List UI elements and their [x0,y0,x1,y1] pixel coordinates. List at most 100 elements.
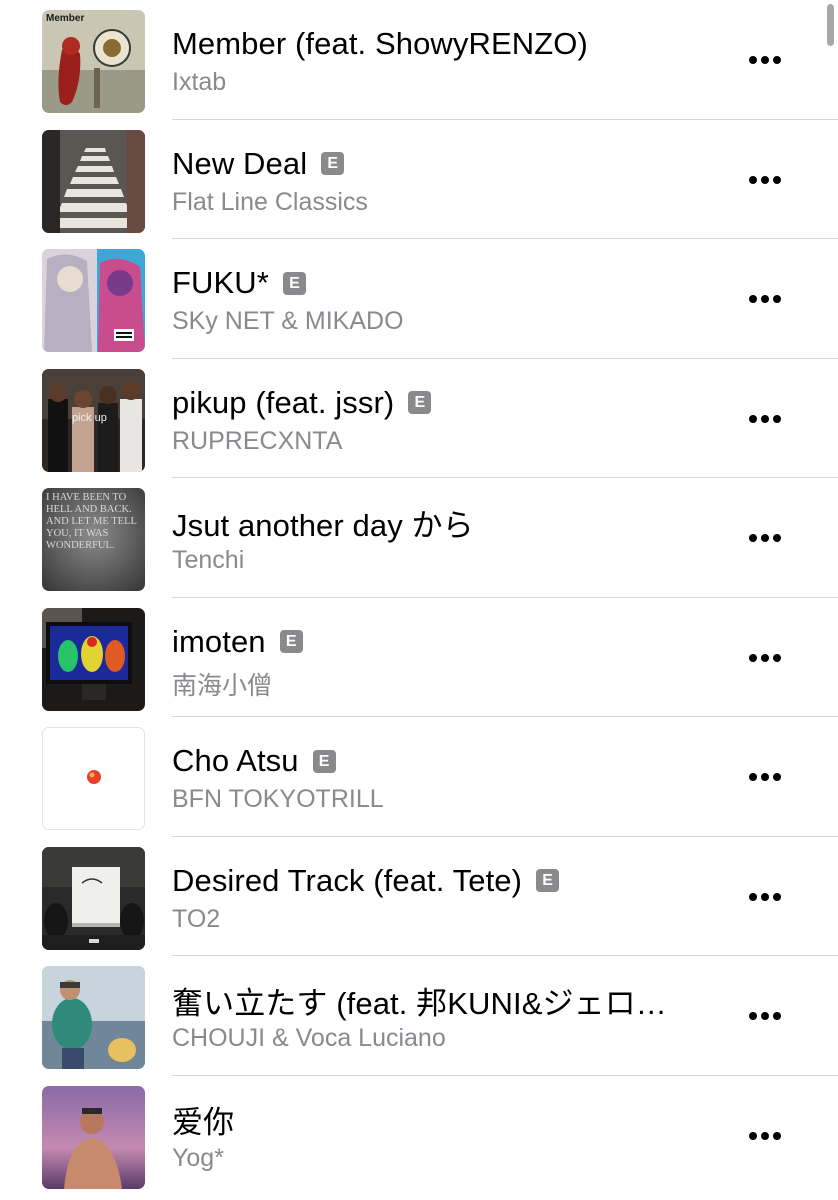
explicit-badge: E [408,391,432,414]
ellipsis-icon[interactable] [740,759,790,795]
track-title-line: FUKU* E [172,263,306,303]
track-row[interactable]: I HAVE BEEN TO HELL AND BACK. AND LET ME… [0,478,838,598]
album-artwork [42,129,145,233]
track-title-line: 奮い立たす (feat. 邦KUNI&ジェロ… [172,980,667,1021]
dot [773,653,781,662]
track-title: Member (feat. ShowyRENZO) [172,26,588,61]
track-row[interactable]: FUKU* E SKy NET & MIKADO [0,239,838,359]
track-artist: TO2 [172,904,221,933]
track-title-line: imoten E [172,622,303,662]
album-artwork [42,846,145,950]
dot [761,1012,769,1020]
album-artwork [42,607,145,711]
dot [761,892,769,901]
scrollbar-thumb[interactable] [827,4,834,46]
track-title-line: Jsut another day から [172,502,474,543]
dot [773,1012,781,1020]
track-row[interactable]: 爱你 Yog* [0,1076,838,1196]
ellipsis-icon[interactable] [740,401,790,437]
artwork-label: pick up [72,412,107,424]
track-artist: Yog* [172,1143,224,1172]
track-artist: Flat Line Classics [172,187,368,216]
track-artist: Tenchi [172,546,245,574]
ellipsis-icon[interactable] [740,162,790,198]
dot [773,414,781,423]
track-row[interactable]: New Deal E Flat Line Classics [0,120,838,239]
dot [773,534,781,542]
track-title-line: Desired Track (feat. Tete) E [172,861,560,901]
track-artist: Ixtab [172,68,227,96]
track-title: 爱你 [172,1105,235,1140]
track-title-line: Member (feat. ShowyRENZO) [172,24,588,64]
track-artist: BFN TOKYOTRILL [172,785,384,813]
dot [761,653,769,662]
explicit-badge: E [282,271,306,295]
dot [761,773,769,781]
dot [773,892,781,901]
album-artwork: pick up [42,368,145,472]
album-artwork [42,727,145,830]
dot [761,1131,769,1140]
track-artist: 南海小僧 [172,671,273,700]
dot [749,653,757,662]
track-title: Cho Atsu [172,743,299,778]
track-row[interactable]: imoten E 南海小僧 [0,598,838,717]
dot [761,534,769,542]
explicit-badge: E [536,869,560,892]
track-artist: SKy NET & MIKADO [172,307,404,335]
explicit-badge: E [279,630,303,653]
dot [773,175,781,184]
explicit-badge: E [321,152,345,175]
track-row[interactable]: pick up pikup (feat. jssr) E RUPRECXNTA [0,359,838,478]
track-title: 奮い立たす (feat. 邦KUNI&ジェロ… [172,985,667,1021]
album-artwork [42,966,145,1069]
track-title-line: Cho Atsu E [172,741,336,781]
dot [749,175,757,184]
track-title: New Deal [172,145,308,181]
dot [749,1131,757,1140]
track-row[interactable]: Cho Atsu E BFN TOKYOTRILL [0,717,838,837]
ellipsis-icon[interactable] [740,520,790,556]
dot [761,295,769,303]
ellipsis-icon[interactable] [740,42,790,78]
dot [773,295,781,303]
explicit-badge: E [312,749,336,773]
track-title: Jsut another day から [172,507,474,543]
album-artwork: I HAVE BEEN TO HELL AND BACK. AND LET ME… [42,488,145,591]
album-artwork [42,1085,145,1189]
dot [773,1131,781,1140]
track-list: Member Member (feat. ShowyRENZO) Ixtab N… [0,0,838,1200]
album-artwork [42,249,145,352]
track-title-line: New Deal E [172,144,345,184]
track-title: imoten [172,623,266,659]
dot [773,773,781,781]
track-title: FUKU* [172,265,269,300]
ellipsis-icon[interactable] [740,998,790,1034]
track-title: Desired Track (feat. Tete) [172,862,523,898]
track-row[interactable]: Desired Track (feat. Tete) E TO2 [0,837,838,956]
dot [761,56,769,64]
track-title-line: 爱你 [172,1100,234,1140]
ellipsis-icon[interactable] [740,640,790,676]
dot [749,773,757,781]
track-artist: CHOUJI & Voca Luciano [172,1024,446,1052]
dot [761,414,769,423]
artwork-text: I HAVE BEEN TO HELL AND BACK. AND LET ME… [46,492,137,551]
dot [749,534,757,542]
track-row[interactable]: 奮い立たす (feat. 邦KUNI&ジェロ… CHOUJI & Voca Lu… [0,956,838,1076]
track-title: pikup (feat. jssr) [172,384,395,420]
dot [749,892,757,901]
ellipsis-icon[interactable] [740,281,790,317]
dot [773,56,781,64]
dot [749,1012,757,1020]
ellipsis-icon[interactable] [740,1118,790,1154]
track-row[interactable]: Member Member (feat. ShowyRENZO) Ixtab [0,0,838,120]
dot [749,56,757,64]
album-artwork: Member [42,10,145,113]
track-title-line: pikup (feat. jssr) E [172,383,432,423]
dot [749,295,757,303]
ellipsis-icon[interactable] [740,879,790,915]
dot [761,175,769,184]
dot [749,414,757,423]
track-artist: RUPRECXNTA [172,426,343,455]
